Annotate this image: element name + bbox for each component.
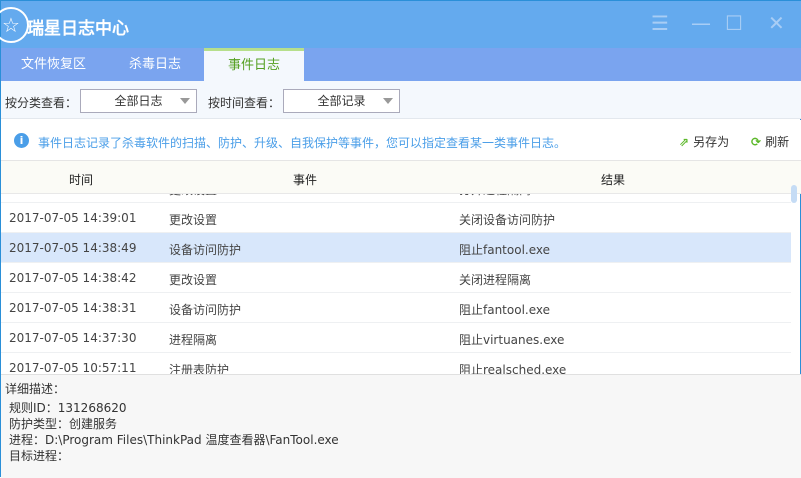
cell-event: 更改设置 xyxy=(169,194,217,198)
close-button[interactable]: ✕ xyxy=(768,11,785,35)
cell-event: 更改设置 xyxy=(169,273,218,287)
table-row[interactable]: 2017-07-05 14:38:42 更改设置 关闭进程隔离 xyxy=(1,263,791,293)
time-select[interactable]: 全部记录 xyxy=(283,89,400,113)
cell-time: 2017-07-05 14:50:21 xyxy=(9,194,136,195)
refresh-button[interactable]: ⟳ 刷新 xyxy=(751,133,789,150)
refresh-label: 刷新 xyxy=(765,135,790,149)
time-value: 全部记录 xyxy=(317,94,366,108)
cell-time: 2017-07-05 14:39:01 xyxy=(9,211,137,225)
filter-bar: 按分类查看： 全部日志 按时间查看： 全部记录 xyxy=(1,81,801,119)
chevron-down-icon xyxy=(180,98,190,104)
info-bar: i 事件日志记录了杀毒软件的扫描、防护、升级、自我保护等事件，您可以指定查看某一… xyxy=(1,120,801,161)
cell-time: 2017-07-05 14:38:42 xyxy=(9,271,137,285)
column-event[interactable]: 事件 xyxy=(293,171,317,188)
chevron-down-icon xyxy=(383,98,393,104)
tab-bar: 文件恢复区 杀毒日志 事件日志 xyxy=(1,48,801,81)
event-list: 2017-07-05 14:50:21更改设置打开进程隔离2017-07-05 … xyxy=(1,194,791,374)
column-result[interactable]: 结果 xyxy=(601,171,625,188)
detail-title: 详细描述： xyxy=(5,382,66,396)
table-row[interactable]: 2017-07-05 10:57:11 注册表防护 阻止realsched.exe xyxy=(1,353,791,374)
cell-event: 进程隔离 xyxy=(169,333,218,347)
cell-result: 打开进程隔离 xyxy=(459,194,531,198)
menu-icon[interactable]: ☰ xyxy=(651,11,669,35)
minimize-button[interactable]: — xyxy=(691,11,711,35)
cell-result: 关闭进程隔离 xyxy=(459,273,532,287)
table-row[interactable]: 2017-07-05 14:50:21 更改设置 打开进程隔离 xyxy=(1,194,791,203)
save-as-label: 另存为 xyxy=(693,135,730,149)
table-header: 时间 事件 结果 xyxy=(1,161,801,194)
category-select[interactable]: 全部日志 xyxy=(80,89,197,113)
table-row[interactable]: 2017-07-05 14:38:31 设备访问防护 阻止fantool.exe xyxy=(1,293,791,323)
save-as-button[interactable]: ⇗ 另存为 xyxy=(679,133,729,150)
cell-result: 阻止realsched.exe xyxy=(459,363,567,374)
tab-event-log[interactable]: 事件日志 xyxy=(204,48,304,81)
tab-file-recovery[interactable]: 文件恢复区 xyxy=(1,48,106,81)
cell-event: 注册表防护 xyxy=(169,363,230,374)
table-row[interactable]: 2017-07-05 14:39:01 更改设置 关闭设备访问防护 xyxy=(1,203,791,233)
detail-process: 进程：D:\Program Files\ThinkPad 温度查看器\FanTo… xyxy=(9,433,339,447)
info-text: 事件日志记录了杀毒软件的扫描、防护、升级、自我保护等事件，您可以指定查看某一类事… xyxy=(38,136,567,150)
info-icon: i xyxy=(14,133,29,148)
cell-result: 阻止fantool.exe xyxy=(459,303,551,317)
cell-time: 2017-07-05 14:38:31 xyxy=(9,301,137,315)
app-title: 瑞星日志中心 xyxy=(27,19,129,39)
table-row[interactable]: 2017-07-05 14:37:30 进程隔离 阻止virtuanes.exe xyxy=(1,323,791,353)
cell-time: 2017-07-05 14:38:49 xyxy=(9,241,137,255)
cell-time: 2017-07-05 10:57:11 xyxy=(9,361,137,374)
cell-result: 阻止virtuanes.exe xyxy=(459,333,565,347)
title-bar: ☆ 瑞星日志中心 ☰ — ☐ ✕ xyxy=(0,1,801,48)
cell-event: 设备访问防护 xyxy=(169,303,242,317)
cell-result: 关闭设备访问防护 xyxy=(459,213,556,227)
cell-result: 阻止fantool.exe xyxy=(459,243,551,257)
category-label: 按分类查看： xyxy=(5,96,78,110)
cell-event: 设备访问防护 xyxy=(169,243,242,257)
scrollbar-thumb[interactable] xyxy=(791,185,797,203)
maximize-button[interactable]: ☐ xyxy=(725,11,743,35)
tab-antivirus-log[interactable]: 杀毒日志 xyxy=(106,48,204,81)
logo-icon: ☆ xyxy=(0,7,29,43)
detail-rule-id: 规则ID：131268620 xyxy=(9,401,127,415)
cell-event: 更改设置 xyxy=(169,213,218,227)
detail-protection-type: 防护类型：创建服务 xyxy=(9,417,118,431)
detail-panel: 详细描述： 规则ID：131268620 防护类型：创建服务 进程：D:\Pro… xyxy=(1,374,801,478)
category-value: 全部日志 xyxy=(114,94,163,108)
export-icon: ⇗ xyxy=(679,135,690,149)
time-label: 按时间查看： xyxy=(208,96,281,110)
column-time[interactable]: 时间 xyxy=(69,171,93,188)
cell-time: 2017-07-05 14:37:30 xyxy=(9,331,137,345)
detail-target-process: 目标进程： xyxy=(9,449,70,463)
table-row[interactable]: 2017-07-05 14:38:49 设备访问防护 阻止fantool.exe xyxy=(1,233,791,263)
refresh-icon: ⟳ xyxy=(751,135,762,149)
